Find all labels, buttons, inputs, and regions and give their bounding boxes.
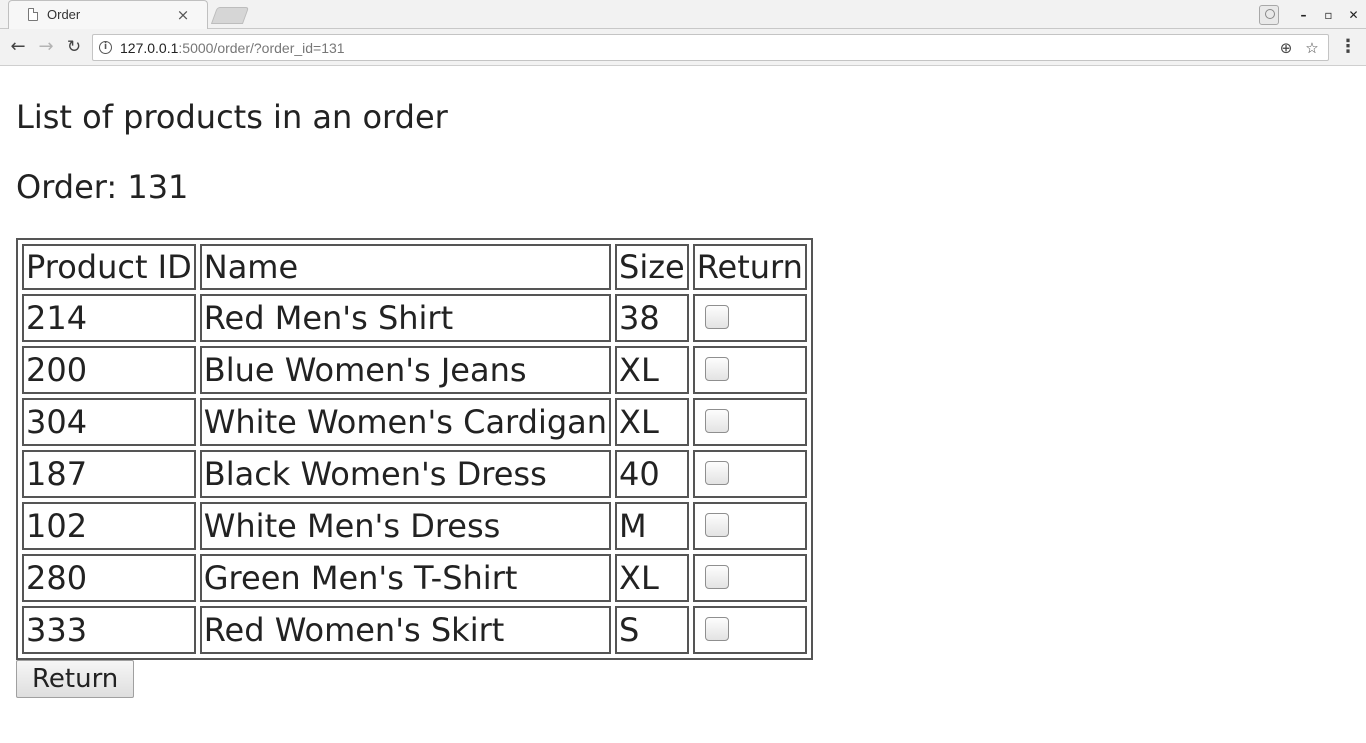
- table-row: 187 Black Women's Dress 40: [22, 450, 807, 498]
- url-host: 127.0.0.1: [120, 39, 179, 56]
- return-checkbox[interactable]: [704, 409, 729, 433]
- return-checkbox[interactable]: [704, 565, 729, 589]
- back-arrow-icon[interactable]: ←: [8, 37, 28, 57]
- browser-toolbar: ← → ↻ i 127.0.0.1:5000/order/?order_id=1…: [0, 29, 1366, 66]
- product-size-cell: XL: [615, 398, 689, 446]
- table-row: 280 Green Men's T-Shirt XL: [22, 554, 807, 602]
- return-cell: [692, 606, 807, 654]
- product-id-cell: 102: [22, 502, 196, 550]
- tab-strip: Order × – ▫ ✕: [0, 0, 1366, 30]
- return-checkbox[interactable]: [704, 357, 729, 381]
- product-id-cell: 280: [22, 554, 196, 602]
- product-size-cell: XL: [615, 346, 689, 394]
- return-cell: [692, 294, 807, 342]
- product-size-cell: 40: [615, 450, 689, 498]
- order-number: Order: 131: [16, 168, 189, 206]
- return-checkbox[interactable]: [704, 513, 729, 537]
- return-checkbox[interactable]: [704, 461, 729, 485]
- return-checkbox[interactable]: [704, 617, 729, 641]
- profile-icon[interactable]: [1259, 4, 1279, 25]
- table-header-row: Product ID Name Size Return: [22, 244, 807, 290]
- product-id-cell: 304: [22, 398, 196, 446]
- return-checkbox[interactable]: [704, 305, 729, 329]
- forward-arrow-icon[interactable]: →: [36, 37, 56, 57]
- products-table: Product ID Name Size Return 214 Red Men'…: [16, 238, 813, 660]
- product-id-cell: 333: [22, 606, 196, 654]
- product-id-cell: 200: [22, 346, 196, 394]
- return-cell: [692, 398, 807, 446]
- return-cell: [692, 502, 807, 550]
- product-id-cell: 187: [22, 450, 196, 498]
- product-size-cell: M: [615, 502, 689, 550]
- browser-menu-icon[interactable]: ⋮: [1338, 37, 1358, 57]
- column-header-size: Size: [615, 244, 689, 290]
- product-name-cell: Black Women's Dress: [199, 450, 612, 498]
- product-name-cell: Blue Women's Jeans: [199, 346, 612, 394]
- column-header-product-id: Product ID: [22, 244, 196, 290]
- minimize-icon[interactable]: –: [1291, 5, 1316, 25]
- browser-tab-content[interactable]: Order ×: [16, 0, 206, 29]
- info-icon[interactable]: i: [99, 41, 112, 54]
- table-row: 102 White Men's Dress M: [22, 502, 807, 550]
- page-title: List of products in an order: [16, 98, 448, 136]
- new-tab-button[interactable]: [210, 7, 250, 24]
- product-size-cell: XL: [615, 554, 689, 602]
- table-row: 333 Red Women's Skirt S: [22, 606, 807, 654]
- address-bar[interactable]: i 127.0.0.1:5000/order/?order_id=131 ⊕ ☆: [92, 34, 1329, 61]
- product-name-cell: Green Men's T-Shirt: [199, 554, 612, 602]
- url-path: :5000/order/?order_id=131: [178, 39, 345, 56]
- close-window-icon[interactable]: ✕: [1341, 5, 1366, 25]
- column-header-name: Name: [199, 244, 612, 290]
- product-name-cell: White Men's Dress: [199, 502, 612, 550]
- zoom-icon[interactable]: ⊕: [1276, 38, 1296, 58]
- table-row: 214 Red Men's Shirt 38: [22, 294, 807, 342]
- return-cell: [692, 450, 807, 498]
- product-size-cell: 38: [615, 294, 689, 342]
- product-name-cell: Red Men's Shirt: [199, 294, 612, 342]
- table-row: 200 Blue Women's Jeans XL: [22, 346, 807, 394]
- table-row: 304 White Women's Cardigan XL: [22, 398, 807, 446]
- reload-icon[interactable]: ↻: [64, 37, 84, 57]
- address-bar-actions: ⊕ ☆: [1276, 38, 1328, 58]
- tab-title: Order: [47, 7, 81, 22]
- return-button[interactable]: Return: [16, 660, 135, 698]
- product-name-cell: White Women's Cardigan: [199, 398, 612, 446]
- return-cell: [692, 346, 807, 394]
- bookmark-star-icon[interactable]: ☆: [1302, 38, 1322, 58]
- tab-close-icon[interactable]: ×: [176, 7, 190, 22]
- product-name-cell: Red Women's Skirt: [199, 606, 612, 654]
- return-cell: [692, 554, 807, 602]
- page-content: List of products in an order Order: 131 …: [0, 66, 1366, 698]
- maximize-icon[interactable]: ▫: [1316, 5, 1341, 25]
- product-id-cell: 214: [22, 294, 196, 342]
- product-size-cell: S: [615, 606, 689, 654]
- column-header-return: Return: [692, 244, 807, 290]
- window-controls: – ▫ ✕: [1259, 0, 1366, 29]
- page-icon: [28, 8, 38, 21]
